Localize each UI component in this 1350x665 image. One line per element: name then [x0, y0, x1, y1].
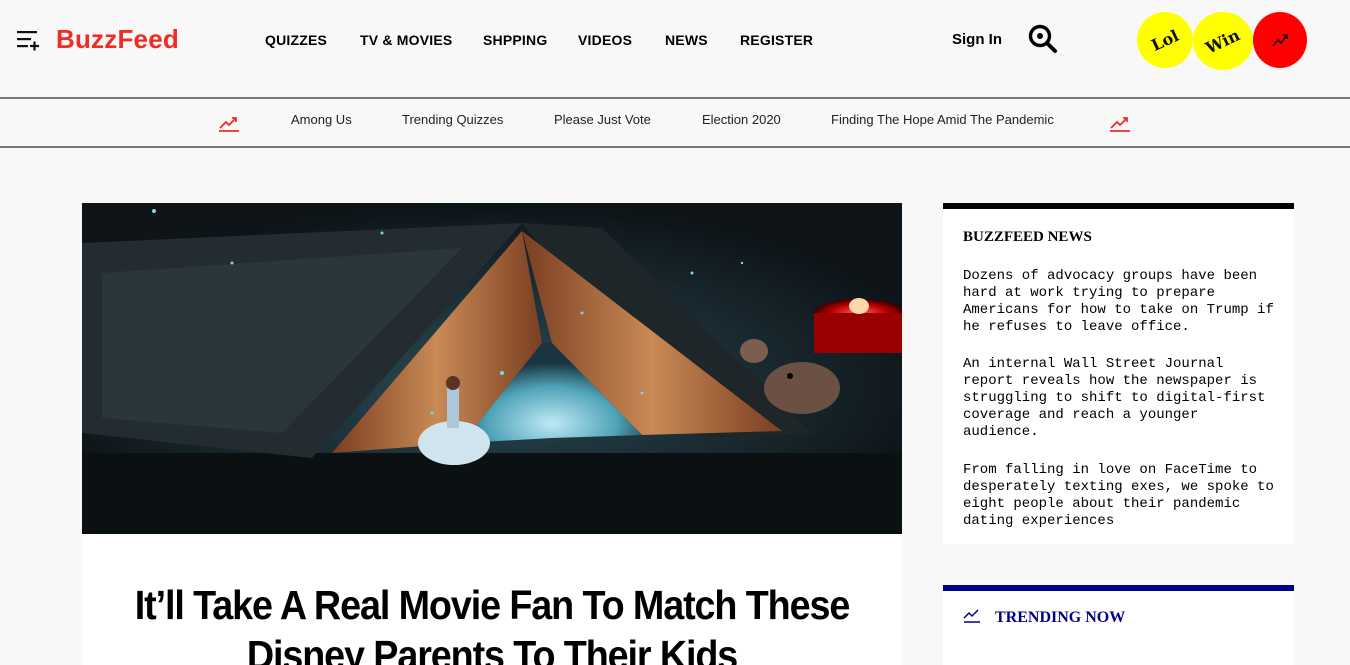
trending-icon: [1272, 34, 1288, 47]
news-panel-title[interactable]: BUZZFEED NEWS: [963, 229, 1092, 246]
nav-news[interactable]: NEWS: [665, 32, 708, 48]
menu-plus-icon[interactable]: [16, 27, 40, 51]
trending-link-election[interactable]: Election 2020: [702, 112, 781, 127]
nav-quizzes[interactable]: QUIZZES: [265, 32, 327, 48]
trending-icon: [219, 117, 239, 132]
win-badge-label: Win: [1202, 24, 1244, 58]
trending-icon: [963, 609, 980, 623]
buzzfeed-news-panel: BUZZFEED NEWS Dozens of advocacy groups …: [943, 203, 1294, 544]
nav-tv-movies[interactable]: TV & MOVIES: [360, 32, 452, 48]
lol-badge[interactable]: Lol: [1137, 12, 1193, 68]
trending-now-panel: TRENDING NOW: [943, 585, 1294, 665]
article-headline[interactable]: It’ll Take A Real Movie Fan To Match The…: [115, 580, 869, 665]
news-item[interactable]: From falling in love on FaceTime to desp…: [963, 462, 1278, 530]
news-item[interactable]: An internal Wall Street Journal report r…: [963, 356, 1278, 441]
nav-videos[interactable]: VIDEOS: [578, 32, 632, 48]
lol-badge-label: Lol: [1148, 25, 1182, 55]
book-tent-illustration: [82, 203, 902, 534]
sign-in-link[interactable]: Sign In: [952, 31, 1002, 48]
nav-register[interactable]: REGISTER: [740, 32, 813, 48]
site-logo[interactable]: BuzzFeed: [56, 24, 179, 55]
trending-icon: [1110, 117, 1130, 132]
news-item[interactable]: Dozens of advocacy groups have been hard…: [963, 268, 1278, 336]
nav-shopping[interactable]: SHPPING: [483, 32, 547, 48]
search-icon[interactable]: [1027, 23, 1059, 55]
trending-link-pandemic[interactable]: Finding The Hope Amid The Pandemic: [831, 112, 1054, 127]
trending-link-vote[interactable]: Please Just Vote: [554, 112, 651, 127]
win-badge[interactable]: Win: [1193, 12, 1253, 70]
trending-badge[interactable]: [1253, 12, 1307, 68]
trending-now-title[interactable]: TRENDING NOW: [995, 609, 1125, 627]
trending-bar: Among Us Trending Quizzes Please Just Vo…: [0, 99, 1350, 148]
trending-link-quizzes[interactable]: Trending Quizzes: [402, 112, 503, 127]
trending-link-among-us[interactable]: Among Us: [291, 112, 352, 127]
site-header: BuzzFeed QUIZZES TV & MOVIES SHPPING VID…: [0, 0, 1350, 99]
article-card[interactable]: It’ll Take A Real Movie Fan To Match The…: [82, 534, 902, 665]
article-hero-image[interactable]: [82, 203, 902, 534]
